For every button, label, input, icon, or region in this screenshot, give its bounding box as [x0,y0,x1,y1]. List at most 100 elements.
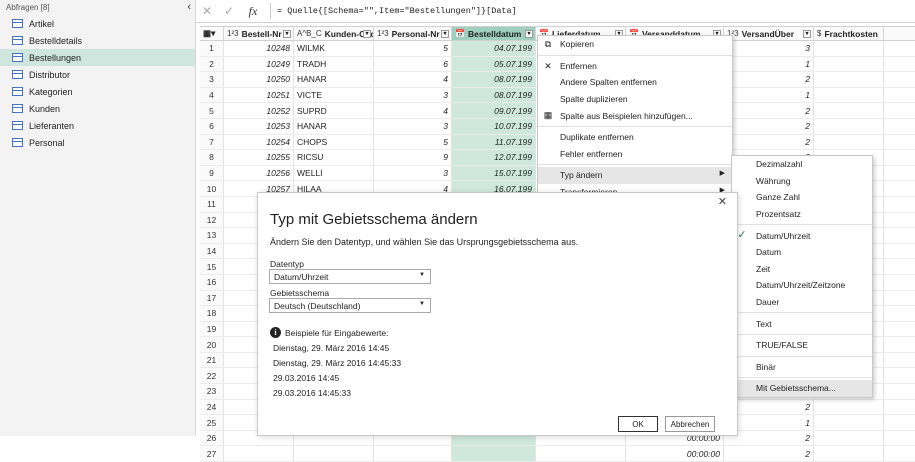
query-item[interactable]: Personal [0,134,195,151]
table-cell [814,446,884,462]
menu-item[interactable]: TRUE/FALSE [732,337,872,354]
query-item[interactable]: Kategorien [0,83,195,100]
formula-bar: ✕ ✓ fx = Quelle{[Schema="",Item="Bestell… [196,0,915,23]
menu-item[interactable]: Text [732,315,872,332]
menu-item[interactable]: Währung [732,173,872,190]
menu-item-label: Spalte aus Beispielen hinzufügen... [560,110,693,121]
filter-dropdown-icon[interactable]: ▾ [803,30,811,38]
table-cell: 10248 [224,41,294,56]
formula-input[interactable]: = Quelle{[Schema="",Item="Bestellungen"]… [270,3,517,19]
table-cell: 2 [724,118,814,134]
table-cell: CHOPS [294,134,374,150]
menu-item[interactable]: Datum [732,244,872,261]
menu-item[interactable]: ⧉ Kopieren [538,36,732,53]
filter-dropdown-icon[interactable]: ▾ [441,30,449,38]
menu-separator [732,333,872,335]
row-number: 23 [200,384,224,399]
column-header[interactable]: $ Frachtkosten [814,27,884,40]
column-header[interactable]: 1²3 VersandÜber ▾ [724,27,814,40]
queries-header: Abfragen [8] ‹ [0,0,195,15]
menu-item[interactable]: ▦ Spalte aus Beispielen hinzufügen... [538,107,732,124]
table-menu-icon[interactable]: ▦▾ [200,27,224,40]
column-context-menu: ⧉ Kopieren ✕ Entfernen Andere Spalten entfer… [537,35,733,202]
queries-header-label: Abfragen [8] [6,3,50,12]
filter-dropdown-icon[interactable]: ▾ [283,30,291,38]
menu-item[interactable]: Andere Spalten entfernen [538,74,732,91]
datatype-label: Datentyp [270,259,305,269]
table-cell: 4 [374,72,452,87]
filter-dropdown-icon[interactable]: ▾ [525,30,533,38]
example-value: Dienstag, 29. März 2016 14:45 [273,343,390,353]
menu-item-label: Mit Gebietsschema... [756,383,836,394]
table-cell: 10255 [224,150,294,165]
locale-select[interactable]: Deutsch (Deutschland) ▼ [269,298,431,313]
menu-item[interactable]: Dezimalzahl [732,156,872,173]
menu-item[interactable]: Spalte duplizieren [538,91,732,108]
row-number: 11 [200,196,224,212]
table-cell: 1 [724,56,814,72]
ok-button[interactable]: OK [618,416,658,432]
query-item[interactable]: Distributor [0,66,195,83]
menu-item-label: Währung [756,175,791,186]
column-header[interactable]: 📅 Bestelldatum ▾ [452,27,536,40]
menu-item[interactable]: ✓ Datum/Uhrzeit [732,227,872,244]
menu-item[interactable]: Typ ändern ▶ [538,167,732,184]
close-icon[interactable]: ✕ [718,195,727,208]
menu-separator [538,164,732,166]
table-icon [12,19,23,28]
column-header[interactable]: A^B_CKunden-Code▾ [294,27,374,40]
cancel-formula-icon[interactable]: ✕ [196,4,218,18]
menu-item-label: Datum/Uhrzeit/Zeitzone [756,280,846,291]
menu-item[interactable]: Ganze Zahl [732,189,872,206]
menu-item[interactable]: Datum/Uhrzeit/Zeitzone [732,277,872,294]
menu-item[interactable]: Binär [732,359,872,376]
menu-item[interactable]: ✕ Entfernen [538,58,732,75]
column-type-icon: 📅 [455,29,465,38]
table-cell: VICTE [294,87,374,103]
table-row: 27 00:00:00 2 [200,446,915,462]
column-header-label: Personal-Nr [391,28,440,39]
apply-formula-icon[interactable]: ✓ [218,4,240,18]
table-cell [374,446,452,462]
menu-item[interactable]: Fehler entfernen [538,146,732,163]
query-item[interactable]: Artikel [0,15,195,32]
row-number: 13 [200,228,224,243]
locale-value: Deutsch (Deutschland) [274,301,361,311]
table-cell [814,87,884,103]
table-icon [12,36,23,45]
row-number: 12 [200,212,224,228]
datatype-select[interactable]: Datum/Uhrzeit ▼ [269,269,431,284]
menu-item-label: Fehler entfernen [560,148,623,159]
query-item[interactable]: Kunden [0,100,195,117]
table-cell: 2 [724,72,814,87]
collapse-icon[interactable]: ‹ [187,1,191,13]
column-header[interactable]: 1²3 Personal-Nr ▾ [374,27,452,40]
table-cell [814,430,884,446]
menu-item[interactable]: Zeit [732,261,872,278]
cancel-button[interactable]: Abbrechen [665,416,715,432]
column-header[interactable]: 1²3 Bestell-Nr ▾ [224,27,294,40]
table-cell: WILMK [294,41,374,56]
menu-separator [538,54,732,56]
table-cell: 10252 [224,103,294,118]
menu-item[interactable]: Mit Gebietsschema... [732,380,872,397]
query-item[interactable]: Lieferanten [0,117,195,134]
table-cell: 5 [374,134,452,150]
query-item-label: Distributor [29,69,71,80]
query-item-label: Personal [29,137,65,148]
menu-item-label: Prozentsatz [756,209,801,220]
menu-item-label: Datum [756,247,782,258]
table-cell: 09.07.199 [452,103,536,118]
menu-item[interactable]: Prozentsatz [732,206,872,223]
menu-item[interactable]: Duplikate entfernen [538,129,732,146]
fx-icon[interactable]: fx [240,4,266,19]
query-list: Artikel Bestelldetails Bestellungen Distrib… [0,15,195,151]
queries-pane: Abfragen [8] ‹ Artikel Bestelldetails Best… [0,0,196,436]
table-cell [814,134,884,150]
table-cell: 10249 [224,56,294,72]
query-item[interactable]: Bestelldetails [0,32,195,49]
query-item[interactable]: Bestellungen [0,49,195,66]
menu-item[interactable]: Dauer [732,294,872,311]
filter-dropdown-icon[interactable]: ▾ [363,30,371,38]
table-cell [814,103,884,118]
